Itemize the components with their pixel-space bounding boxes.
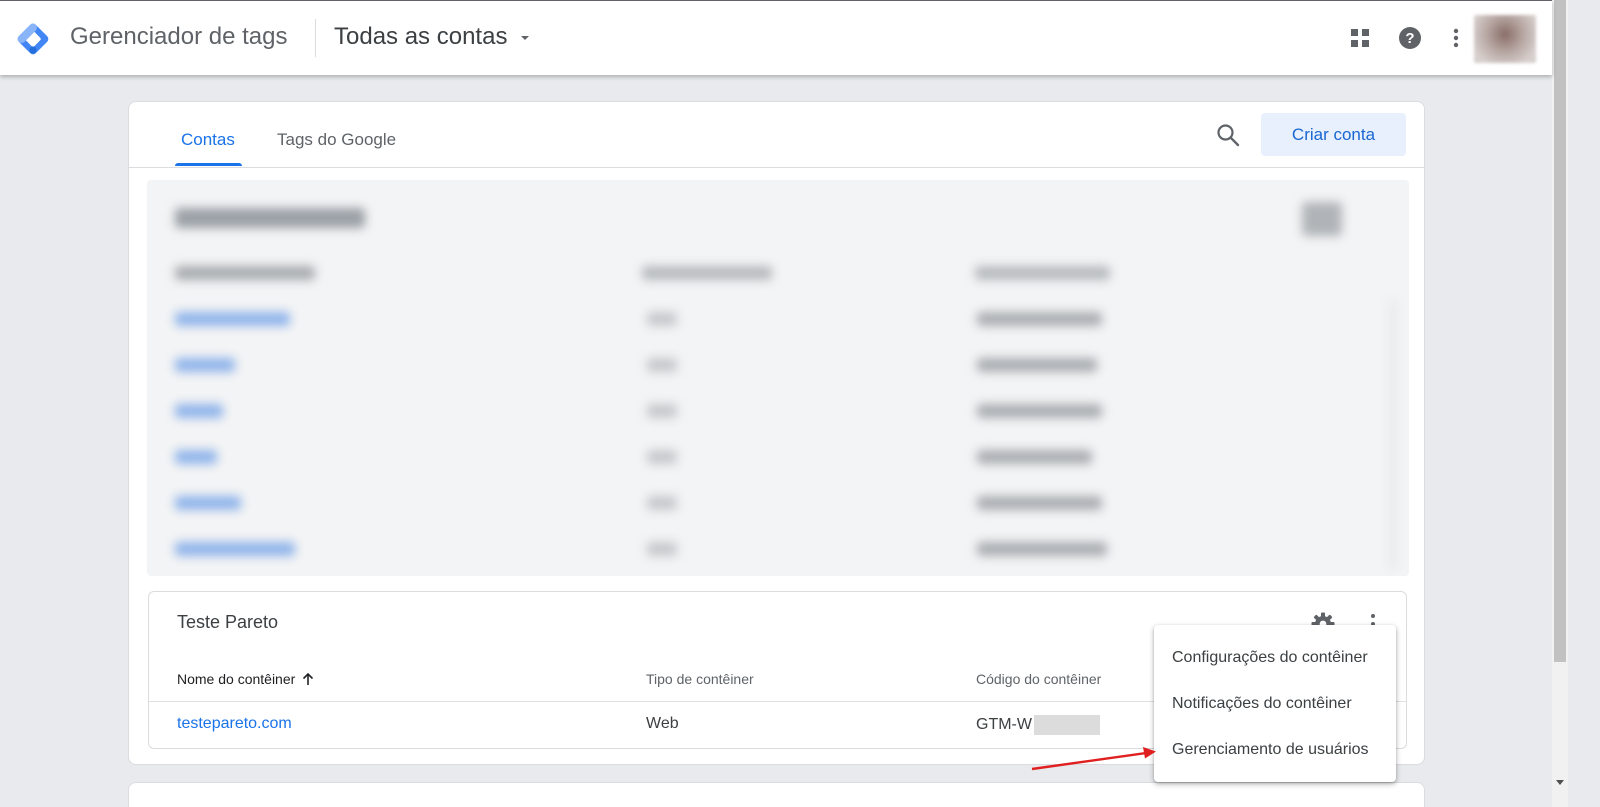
annotation-arrow-icon bbox=[1031, 747, 1156, 771]
account-switcher-label: Todas as contas bbox=[334, 23, 508, 50]
header-divider bbox=[315, 19, 316, 57]
menu-item-container-settings[interactable]: Configurações do contêiner bbox=[1154, 635, 1396, 681]
account-switcher[interactable]: Todas as contas bbox=[334, 23, 530, 51]
blurred-account-section bbox=[147, 180, 1409, 576]
next-account-card bbox=[128, 782, 1425, 807]
tab-bar: Contas Tags do Google Criar conta bbox=[129, 102, 1424, 168]
column-header-label: Nome do contêiner bbox=[177, 671, 296, 687]
scrollbar-thumb[interactable] bbox=[1554, 0, 1566, 662]
tab-contas[interactable]: Contas bbox=[181, 130, 235, 150]
active-tab-indicator bbox=[175, 163, 242, 166]
arrow-up-icon bbox=[303, 672, 314, 685]
app-title: Gerenciador de tags bbox=[70, 23, 288, 50]
apps-grid-icon[interactable] bbox=[1348, 26, 1372, 50]
top-app-bar: Gerenciador de tags Todas as contas ? bbox=[0, 0, 1552, 75]
redacted-block bbox=[1033, 715, 1100, 735]
container-type: Web bbox=[646, 715, 679, 732]
search-icon[interactable] bbox=[1215, 122, 1241, 148]
column-header-container-type[interactable]: Tipo de contêiner bbox=[646, 671, 754, 687]
create-account-button[interactable]: Criar conta bbox=[1261, 113, 1406, 156]
avatar[interactable] bbox=[1474, 15, 1536, 63]
menu-item-container-notifications[interactable]: Notificações do contêiner bbox=[1154, 681, 1396, 727]
chevron-down-icon bbox=[521, 36, 530, 40]
account-name[interactable]: Teste Pareto bbox=[177, 612, 278, 633]
help-icon[interactable]: ? bbox=[1398, 26, 1422, 50]
container-actions-menu: Configurações do contêiner Notificações … bbox=[1154, 625, 1396, 782]
menu-item-user-management[interactable]: Gerenciamento de usuários bbox=[1154, 727, 1396, 773]
more-vert-icon[interactable] bbox=[1444, 26, 1468, 50]
tag-manager-logo-icon[interactable] bbox=[15, 21, 51, 57]
scroll-down-arrow-icon[interactable] bbox=[1556, 780, 1564, 785]
column-header-container-code[interactable]: Código do contêiner bbox=[976, 671, 1101, 687]
container-code-text: GTM-W bbox=[976, 716, 1032, 733]
container-code: GTM-W bbox=[976, 715, 1100, 735]
column-header-container-name[interactable]: Nome do contêiner bbox=[177, 671, 315, 687]
tab-tags-do-google[interactable]: Tags do Google bbox=[277, 130, 396, 150]
container-name-link[interactable]: testepareto.com bbox=[177, 715, 292, 733]
svg-text:?: ? bbox=[1405, 30, 1414, 47]
